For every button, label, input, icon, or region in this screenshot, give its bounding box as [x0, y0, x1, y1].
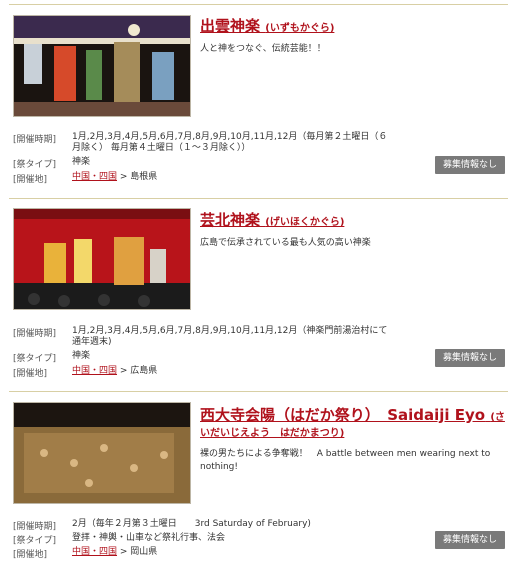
festival-title-link[interactable]: 芸北神楽 (げいほくかぐら) [200, 209, 344, 230]
no-recruitment-button[interactable]: 募集情報なし [435, 531, 505, 549]
type-label: [祭タイプ] [13, 160, 57, 170]
period-label: [開催時期] [13, 329, 57, 339]
festival-title-link[interactable]: 出雲神楽 (いずもかぐら) [200, 15, 334, 36]
period-value: 2月（毎年２月第３土曜日 3rd Saturday of February) [72, 519, 311, 529]
festival-photo-saidaiji-eyo[interactable] [13, 402, 191, 504]
festival-photo-geihoku-kagura[interactable] [13, 208, 191, 310]
festival-photo-izumo-kagura[interactable] [13, 15, 191, 117]
festival-description: 人と神をつなぐ、伝統芸能！！ [200, 44, 326, 54]
separator [9, 4, 508, 5]
region-link[interactable]: 中国・四国 [72, 172, 117, 182]
festival-title-link[interactable]: 西大寺会陽（はだか祭り） Saidaiji Eyo (さ [200, 404, 505, 425]
place-value: 中国・四国 > 島根県 [72, 172, 158, 182]
period-value: 1月,2月,3月,4月,5月,6月,7月,8月,9月,10月,11月,12月（毎… [72, 132, 388, 153]
type-label: [祭タイプ] [13, 536, 57, 546]
region-link[interactable]: 中国・四国 [72, 547, 117, 557]
festival-description: 広島で伝承されている最も人気の高い神楽 [200, 238, 371, 248]
type-value: 神楽 [72, 157, 91, 167]
type-value: 神楽 [72, 351, 91, 361]
festival-description: 裸の男たちによる争奪戦！ A battle between men wearin… [200, 449, 491, 472]
separator [9, 391, 508, 392]
place-value: 中国・四国 > 岡山県 [72, 547, 158, 557]
region-link[interactable]: 中国・四国 [72, 366, 117, 376]
period-label: [開催時期] [13, 135, 57, 145]
place-value: 中国・四国 > 広島県 [72, 366, 158, 376]
no-recruitment-button[interactable]: 募集情報なし [435, 349, 505, 367]
period-value: 1月,2月,3月,4月,5月,6月,7月,8月,9月,10月,11月,12月（神… [72, 326, 388, 347]
place-label: [開催地] [13, 175, 48, 185]
place-label: [開催地] [13, 369, 48, 379]
type-value: 登拝・神輿・山車など祭礼行事、法会 [72, 533, 226, 543]
festival-title-reading[interactable]: いだいじえよう はだかまつり) [200, 424, 344, 439]
period-label: [開催時期] [13, 522, 57, 532]
type-label: [祭タイプ] [13, 354, 57, 364]
place-label: [開催地] [13, 550, 48, 560]
separator [9, 198, 508, 199]
no-recruitment-button[interactable]: 募集情報なし [435, 156, 505, 174]
